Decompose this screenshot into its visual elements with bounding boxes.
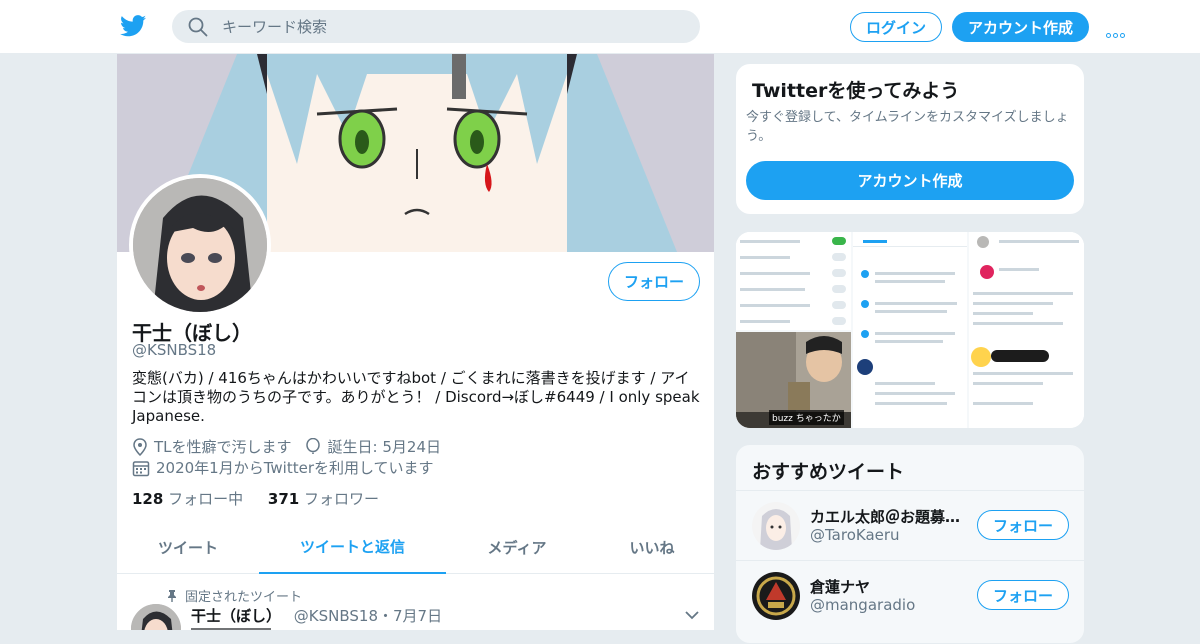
tab-media[interactable]: メディア [446,520,588,574]
profile-birthday: 誕生日: 5月24日 [327,438,441,456]
location-pin-icon [133,437,147,456]
profile-bio: 変態(バカ) / 416ちゃんはかわいいですねbot / ごくまれに落書きを投げ… [132,369,700,425]
followers-link[interactable]: 371 フォロワー [268,490,379,508]
recommended-title: おすすめツイート [752,461,905,483]
signup-button[interactable]: アカウント作成 [952,12,1089,42]
tweet-avatar-illustration [131,604,181,630]
profile-joined: 2020年1月からTwitterを利用しています [156,459,434,477]
profile-joined-row: 2020年1月からTwitterを利用しています [132,457,434,478]
recommended-avatar-2-image [752,572,800,620]
recommended-user-name[interactable]: 倉蓮ナヤ [810,576,970,597]
followers-label: フォロワー [303,490,379,508]
signup-card-title: Twitterを使ってみよう [752,80,960,102]
profile-tabs: ツイート ツイートと返信 メディア いいね [117,520,714,574]
recommended-user-name[interactable]: カエル太郎＠お題募集中 [810,506,970,527]
media-thumb-3-image [853,232,967,428]
pinned-tweet-author: 干士（ぼし） @KSNBS18・7月7日 [191,605,442,626]
profile-avatar[interactable] [129,174,271,316]
profile-meta-row: TLを性癖で汚します 誕生日: 5月24日 [132,436,441,457]
recommended-user-avatar[interactable] [752,502,800,550]
pinned-label: 固定されたツイート [185,590,303,605]
tweet-author-name[interactable]: 干士（ぼし） [191,607,281,625]
calendar-icon [132,460,150,476]
twitter-bird-icon[interactable] [120,14,146,38]
signup-card-text: 今すぐ登録して、タイムラインをカスタマイズしましょう。 [746,110,1069,144]
recommended-card: おすすめツイート カエル太郎＠お題募集中 @TaroKaeru フォロー 倉蓮ナ… [735,444,1085,644]
following-count: 128 [132,490,164,508]
tab-tweets[interactable]: ツイート [117,520,259,574]
profile-location: TLを性癖で汚します [154,438,292,456]
top-navigation-bar: ログイン アカウント作成 [0,0,1200,54]
follow-counts: 128 フォロー中 371 フォロワー [132,488,379,509]
recommended-user-avatar[interactable] [752,572,800,620]
media-thumb-3[interactable] [853,232,967,428]
search-input[interactable] [222,10,682,43]
tweet-avatar[interactable] [131,604,181,630]
recommended-user-handle[interactable]: @TaroKaeru [810,526,900,544]
avatar-illustration [133,178,267,312]
signup-card-button[interactable]: アカウント作成 [746,161,1074,200]
following-label: フォロー中 [168,490,244,508]
tab-tweets-and-replies[interactable]: ツイートと返信 [259,520,446,574]
profile-handle[interactable]: @KSNBS18 [132,341,216,359]
media-thumb-4-image [969,232,1084,428]
recommended-user-row[interactable]: 倉蓮ナヤ @mangaradio フォロー [736,560,1084,630]
profile-column: フォロー 干士（ぼし） @KSNBS18 変態(バカ) / 416ちゃんはかわい… [116,54,715,630]
recommended-follow-button[interactable]: フォロー [977,510,1069,540]
balloon-icon [305,437,320,454]
following-link[interactable]: 128 フォロー中 [132,490,243,508]
followers-count: 371 [267,490,300,508]
recommended-user-handle[interactable]: @mangaradio [810,596,915,614]
tweet-handle-date[interactable]: @KSNBS18・7月7日 [294,607,442,625]
media-thumb-4[interactable] [969,232,1084,428]
login-button[interactable]: ログイン [850,12,942,42]
recommended-avatar-1-image [752,502,800,550]
media-thumb-1[interactable] [736,232,851,330]
search-bar[interactable] [172,10,700,43]
pinned-tweet-header: 固定されたツイート [167,586,302,605]
signup-card: Twitterを使ってみよう 今すぐ登録して、タイムラインをカスタマイズしましょ… [735,63,1085,215]
media-thumb-2[interactable]: buzz ちゃったか [736,332,851,428]
recommended-user-row[interactable]: カエル太郎＠お題募集中 @TaroKaeru フォロー [736,490,1084,560]
more-options-icon[interactable] [1106,23,1130,38]
media-caption: buzz ちゃったか [769,410,844,425]
search-icon [188,17,208,37]
follow-button[interactable]: フォロー [608,262,700,301]
tab-likes[interactable]: いいね [588,520,714,574]
media-grid: buzz ちゃったか [735,231,1085,429]
recommended-follow-button[interactable]: フォロー [977,580,1069,610]
media-thumb-1-image [736,232,851,330]
chevron-down-icon[interactable] [685,610,699,620]
pin-icon [168,590,176,602]
